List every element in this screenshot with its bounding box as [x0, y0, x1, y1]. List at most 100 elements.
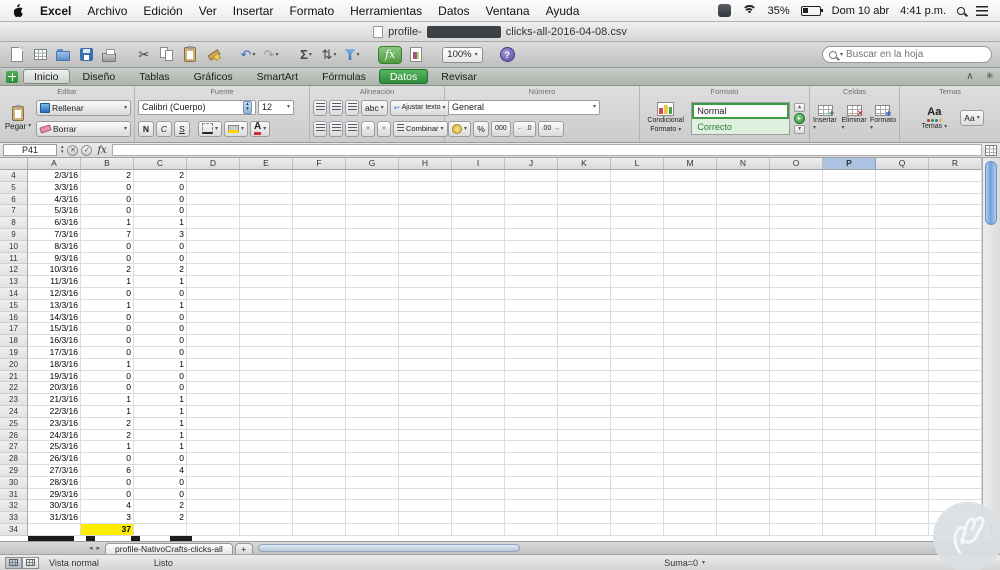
- cell-p9[interactable]: [823, 228, 876, 241]
- cell-d16[interactable]: [187, 311, 240, 324]
- new-workbook-button[interactable]: [8, 45, 26, 64]
- cell-p4[interactable]: [823, 170, 876, 182]
- wrap-text-button[interactable]: ↩ Ajustar texto ▾: [389, 99, 450, 116]
- cell-f27[interactable]: [293, 441, 346, 454]
- cell-p31[interactable]: [823, 488, 876, 501]
- cell-k23[interactable]: [558, 394, 611, 406]
- cell-q18[interactable]: [876, 335, 929, 347]
- cell-e20[interactable]: [240, 358, 293, 371]
- cell-j27[interactable]: [505, 441, 558, 454]
- cell-p10[interactable]: [823, 240, 876, 253]
- cell-b20[interactable]: 1: [81, 358, 134, 371]
- ribbon-tab-inicio[interactable]: Inicio: [23, 69, 70, 84]
- row-header-4[interactable]: 4: [0, 170, 28, 182]
- cell-q15[interactable]: [876, 299, 929, 312]
- cell-c15[interactable]: 1: [134, 299, 187, 312]
- cell-f24[interactable]: [293, 405, 346, 418]
- cell-k32[interactable]: [558, 500, 611, 513]
- cell-i19[interactable]: [452, 346, 505, 359]
- cell-q10[interactable]: [876, 240, 929, 253]
- cell-f26[interactable]: [293, 429, 346, 442]
- cell-r9[interactable]: [929, 228, 982, 241]
- merge-button[interactable]: Combinar ▾: [393, 120, 448, 137]
- cell-d30[interactable]: [187, 476, 240, 489]
- orientation-button[interactable]: abc ▾: [361, 99, 388, 116]
- cell-q12[interactable]: [876, 264, 929, 277]
- cell-c21[interactable]: 0: [134, 370, 187, 383]
- cell-f10[interactable]: [293, 240, 346, 253]
- cell-e8[interactable]: [240, 217, 293, 229]
- cell-p24[interactable]: [823, 405, 876, 418]
- cell-j31[interactable]: [505, 488, 558, 501]
- cell-a8[interactable]: 6/3/16: [28, 217, 81, 229]
- row-header-21[interactable]: 21: [0, 370, 28, 383]
- row-header-12[interactable]: 12: [0, 264, 28, 277]
- cell-l5[interactable]: [611, 181, 664, 194]
- cell-l25[interactable]: [611, 417, 664, 430]
- cell-b33[interactable]: 3: [81, 512, 134, 524]
- cell-f23[interactable]: [293, 394, 346, 406]
- cell-h24[interactable]: [399, 405, 452, 418]
- cell-n17[interactable]: [717, 323, 770, 336]
- cell-f6[interactable]: [293, 193, 346, 206]
- sum-indicator[interactable]: Suma=0 ▾: [664, 558, 705, 568]
- cell-k25[interactable]: [558, 417, 611, 430]
- cell-k31[interactable]: [558, 488, 611, 501]
- cell-e34[interactable]: [240, 523, 293, 536]
- row-header-18[interactable]: 18: [0, 335, 28, 347]
- cell-j4[interactable]: [505, 170, 558, 182]
- cell-d8[interactable]: [187, 217, 240, 229]
- cell-q22[interactable]: [876, 382, 929, 395]
- row-header-24[interactable]: 24: [0, 405, 28, 418]
- cell-e30[interactable]: [240, 476, 293, 489]
- cell-n8[interactable]: [717, 217, 770, 229]
- cell-n13[interactable]: [717, 276, 770, 288]
- cell-g5[interactable]: [346, 181, 399, 194]
- cell-k20[interactable]: [558, 358, 611, 371]
- cell-n14[interactable]: [717, 287, 770, 300]
- horizontal-scrollbar[interactable]: [256, 543, 997, 553]
- cell-i10[interactable]: [452, 240, 505, 253]
- cell-h13[interactable]: [399, 276, 452, 288]
- row-header-5[interactable]: 5: [0, 181, 28, 194]
- cell-k26[interactable]: [558, 429, 611, 442]
- cell-i12[interactable]: [452, 264, 505, 277]
- bold-button[interactable]: N: [138, 120, 154, 137]
- cell-g12[interactable]: [346, 264, 399, 277]
- cell-reference-box[interactable]: P41: [3, 144, 57, 156]
- cell-l24[interactable]: [611, 405, 664, 418]
- cell-g14[interactable]: [346, 287, 399, 300]
- cell-i9[interactable]: [452, 228, 505, 241]
- cell-h22[interactable]: [399, 382, 452, 395]
- cell-d9[interactable]: [187, 228, 240, 241]
- cell-q27[interactable]: [876, 441, 929, 454]
- cell-c11[interactable]: 0: [134, 252, 187, 265]
- column-header-g[interactable]: G: [346, 158, 399, 169]
- cell-r13[interactable]: [929, 276, 982, 288]
- cell-a24[interactable]: 22/3/16: [28, 405, 81, 418]
- cell-c18[interactable]: 0: [134, 335, 187, 347]
- cell-d13[interactable]: [187, 276, 240, 288]
- cell-q29[interactable]: [876, 464, 929, 477]
- cell-r30[interactable]: [929, 476, 982, 489]
- row-header-9[interactable]: 9: [0, 228, 28, 241]
- cell-q4[interactable]: [876, 170, 929, 182]
- cell-n21[interactable]: [717, 370, 770, 383]
- select-all-corner[interactable]: [0, 158, 28, 169]
- cell-r15[interactable]: [929, 299, 982, 312]
- cell-i33[interactable]: [452, 512, 505, 524]
- cell-i25[interactable]: [452, 417, 505, 430]
- apple-menu-icon[interactable]: [12, 3, 24, 18]
- cell-a18[interactable]: 16/3/16: [28, 335, 81, 347]
- collapse-ribbon-icon[interactable]: ∧: [966, 71, 973, 82]
- menu-ventana[interactable]: Ventana: [486, 4, 530, 18]
- cell-f17[interactable]: [293, 323, 346, 336]
- cell-r17[interactable]: [929, 323, 982, 336]
- cell-m27[interactable]: [664, 441, 717, 454]
- cell-o19[interactable]: [770, 346, 823, 359]
- vertical-scroll-arrows[interactable]: ▲ ▼: [983, 523, 1000, 539]
- cell-l9[interactable]: [611, 228, 664, 241]
- cell-r20[interactable]: [929, 358, 982, 371]
- cell-q5[interactable]: [876, 181, 929, 194]
- cell-a13[interactable]: 11/3/16: [28, 276, 81, 288]
